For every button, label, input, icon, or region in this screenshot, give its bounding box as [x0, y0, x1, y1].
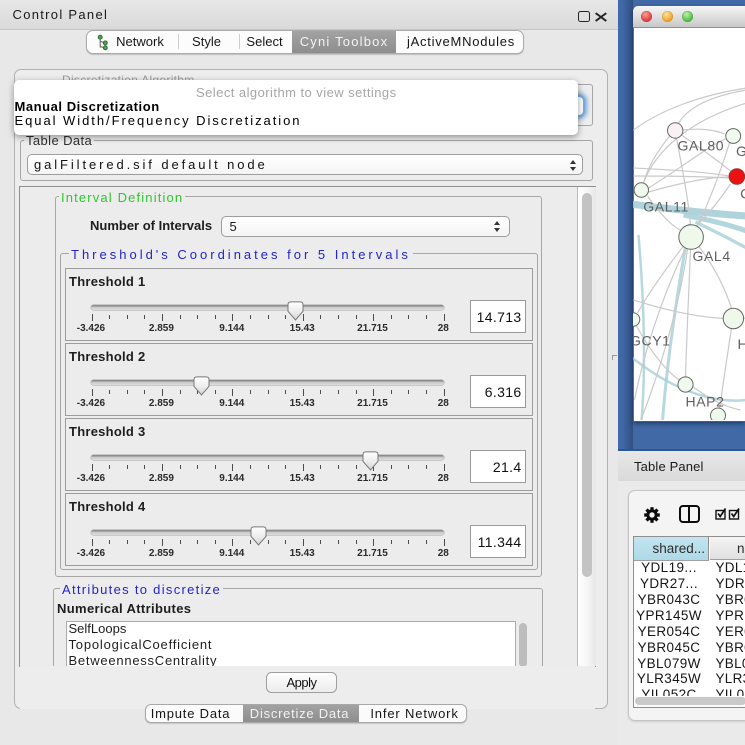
svg-text:GAL80: GAL80 — [677, 138, 724, 154]
svg-text:H: H — [737, 336, 745, 352]
svg-text:HAP2: HAP2 — [685, 394, 724, 410]
svg-text:GAL4: GAL4 — [692, 248, 730, 264]
svg-text:GCY1: GCY1 — [633, 333, 671, 349]
svg-text:GAL11: GAL11 — [643, 199, 689, 215]
svg-text:GA: GA — [736, 143, 745, 159]
svg-text:C: C — [740, 186, 745, 202]
